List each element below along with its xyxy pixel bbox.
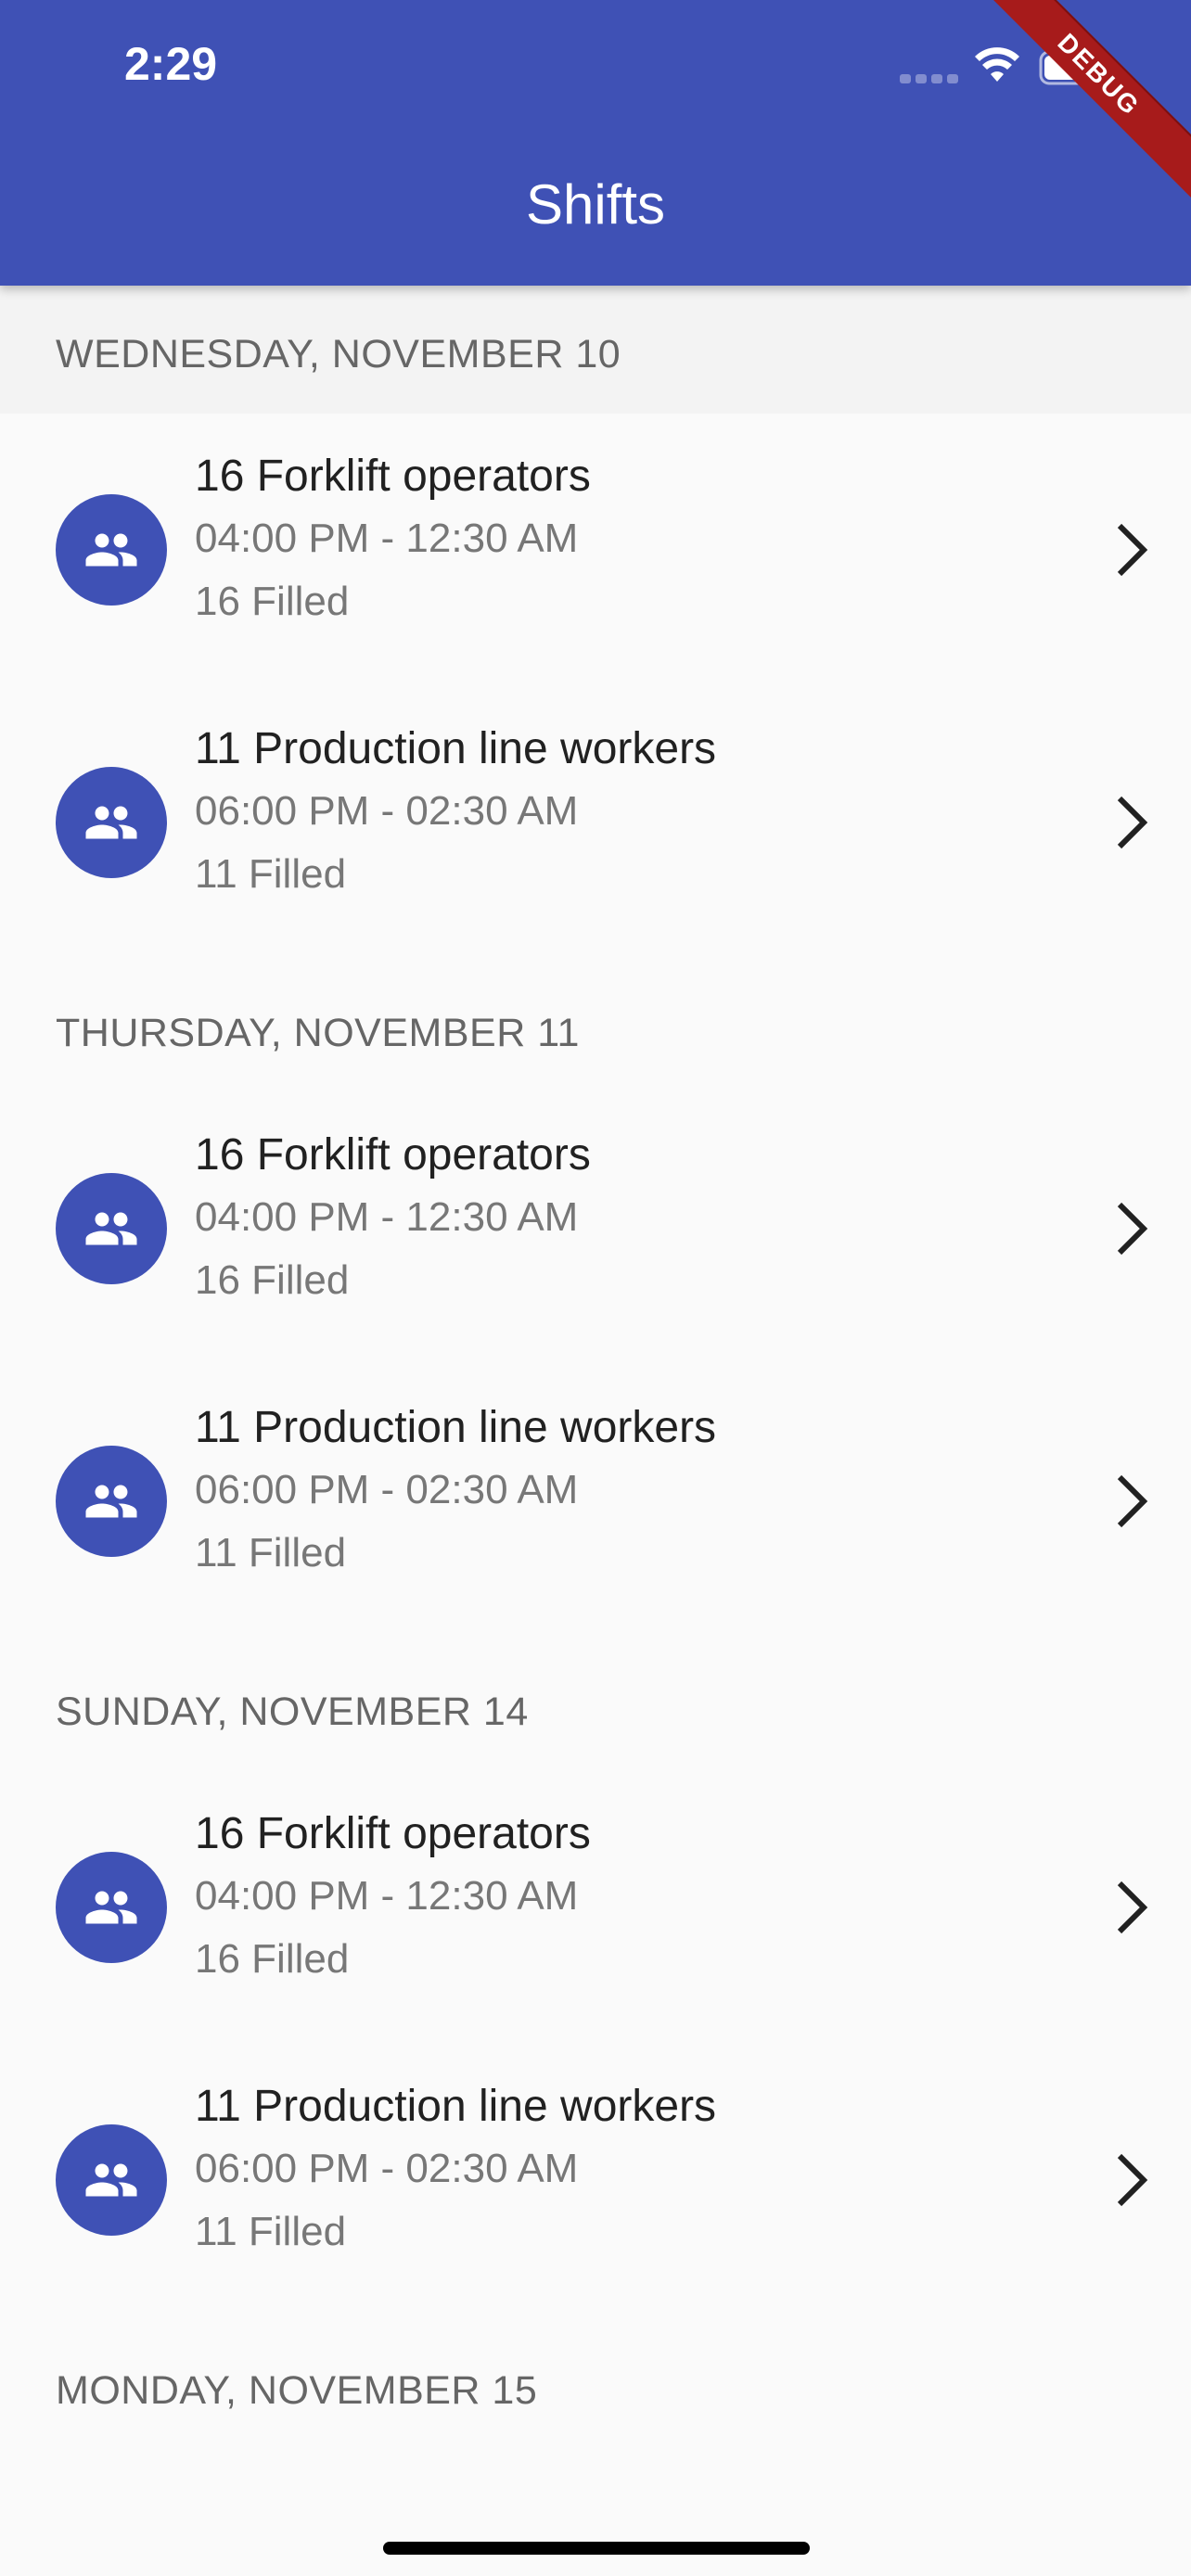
shift-time: 04:00 PM - 12:30 AM	[195, 1194, 579, 1240]
chevron-right-icon[interactable]	[1108, 2152, 1155, 2208]
chevron-right-icon[interactable]	[1108, 522, 1155, 578]
shift-list-item[interactable]: 16 Forklift operators 04:00 PM - 12:30 A…	[0, 414, 1191, 686]
group-icon	[85, 2163, 137, 2197]
shift-list-item[interactable]: 11 Production line workers 06:00 PM - 02…	[0, 686, 1191, 959]
shift-title: 16 Forklift operators	[195, 1809, 591, 1858]
shift-title: 11 Production line workers	[195, 724, 717, 773]
chevron-right-icon[interactable]	[1108, 1880, 1155, 1935]
shift-filled-count: 11 Filled	[195, 1530, 347, 1575]
status-bar-time: 2:29	[124, 38, 218, 90]
section-header: WEDNESDAY, NOVEMBER 10	[0, 286, 1191, 419]
shift-filled-count: 11 Filled	[195, 851, 347, 897]
avatar	[56, 494, 167, 606]
page-title: Shifts	[525, 173, 666, 236]
section-header: SUNDAY, NOVEMBER 14	[0, 1643, 1191, 1777]
shift-list-item[interactable]: 11 Production line workers 06:00 PM - 02…	[0, 1365, 1191, 1638]
shift-list-item[interactable]: 16 Forklift operators 04:00 PM - 12:30 A…	[0, 1771, 1191, 2044]
shift-list-item[interactable]: 11 Production line workers 06:00 PM - 02…	[0, 2044, 1191, 2316]
shift-filled-count: 16 Filled	[195, 1257, 350, 1303]
wifi-icon	[975, 47, 1019, 82]
chevron-right-icon[interactable]	[1108, 795, 1155, 850]
shift-title: 16 Forklift operators	[195, 1130, 591, 1180]
shift-filled-count: 16 Filled	[195, 579, 350, 624]
shift-filled-count: 16 Filled	[195, 1936, 350, 1982]
shift-time: 04:00 PM - 12:30 AM	[195, 516, 579, 561]
shift-title: 11 Production line workers	[195, 2082, 717, 2131]
shift-time: 04:00 PM - 12:30 AM	[195, 1873, 579, 1919]
group-icon	[85, 533, 137, 567]
section-date-label: WEDNESDAY, NOVEMBER 10	[56, 332, 621, 376]
section-date-label: SUNDAY, NOVEMBER 14	[56, 1690, 529, 1734]
debug-banner: DEBUG	[975, 0, 1191, 198]
group-icon	[85, 1212, 137, 1245]
avatar	[56, 767, 167, 878]
app-bar: 2:29 Shifts DEBUG	[0, 0, 1191, 286]
chevron-right-icon[interactable]	[1108, 1201, 1155, 1256]
shift-title: 16 Forklift operators	[195, 452, 591, 501]
avatar	[56, 1446, 167, 1557]
shift-list-item[interactable]: 16 Forklift operators 04:00 PM - 12:30 A…	[0, 1092, 1191, 1365]
shift-time: 06:00 PM - 02:30 AM	[195, 1467, 579, 1512]
section-header: MONDAY, NOVEMBER 15	[0, 2322, 1191, 2455]
avatar	[56, 1173, 167, 1284]
group-icon	[85, 1485, 137, 1518]
shift-time: 06:00 PM - 02:30 AM	[195, 2146, 579, 2191]
avatar	[56, 1852, 167, 1963]
shift-filled-count: 11 Filled	[195, 2209, 347, 2254]
section-header: THURSDAY, NOVEMBER 11	[0, 964, 1191, 1098]
group-icon	[85, 806, 137, 839]
section-date-label: MONDAY, NOVEMBER 15	[56, 2368, 538, 2413]
shift-time: 06:00 PM - 02:30 AM	[195, 788, 579, 834]
home-indicator[interactable]	[383, 2542, 810, 2555]
cellular-signal-icon	[900, 74, 959, 83]
shift-title: 11 Production line workers	[195, 1403, 717, 1452]
avatar	[56, 2124, 167, 2236]
section-date-label: THURSDAY, NOVEMBER 11	[56, 1011, 580, 1055]
chevron-right-icon[interactable]	[1108, 1473, 1155, 1529]
group-icon	[85, 1891, 137, 1924]
